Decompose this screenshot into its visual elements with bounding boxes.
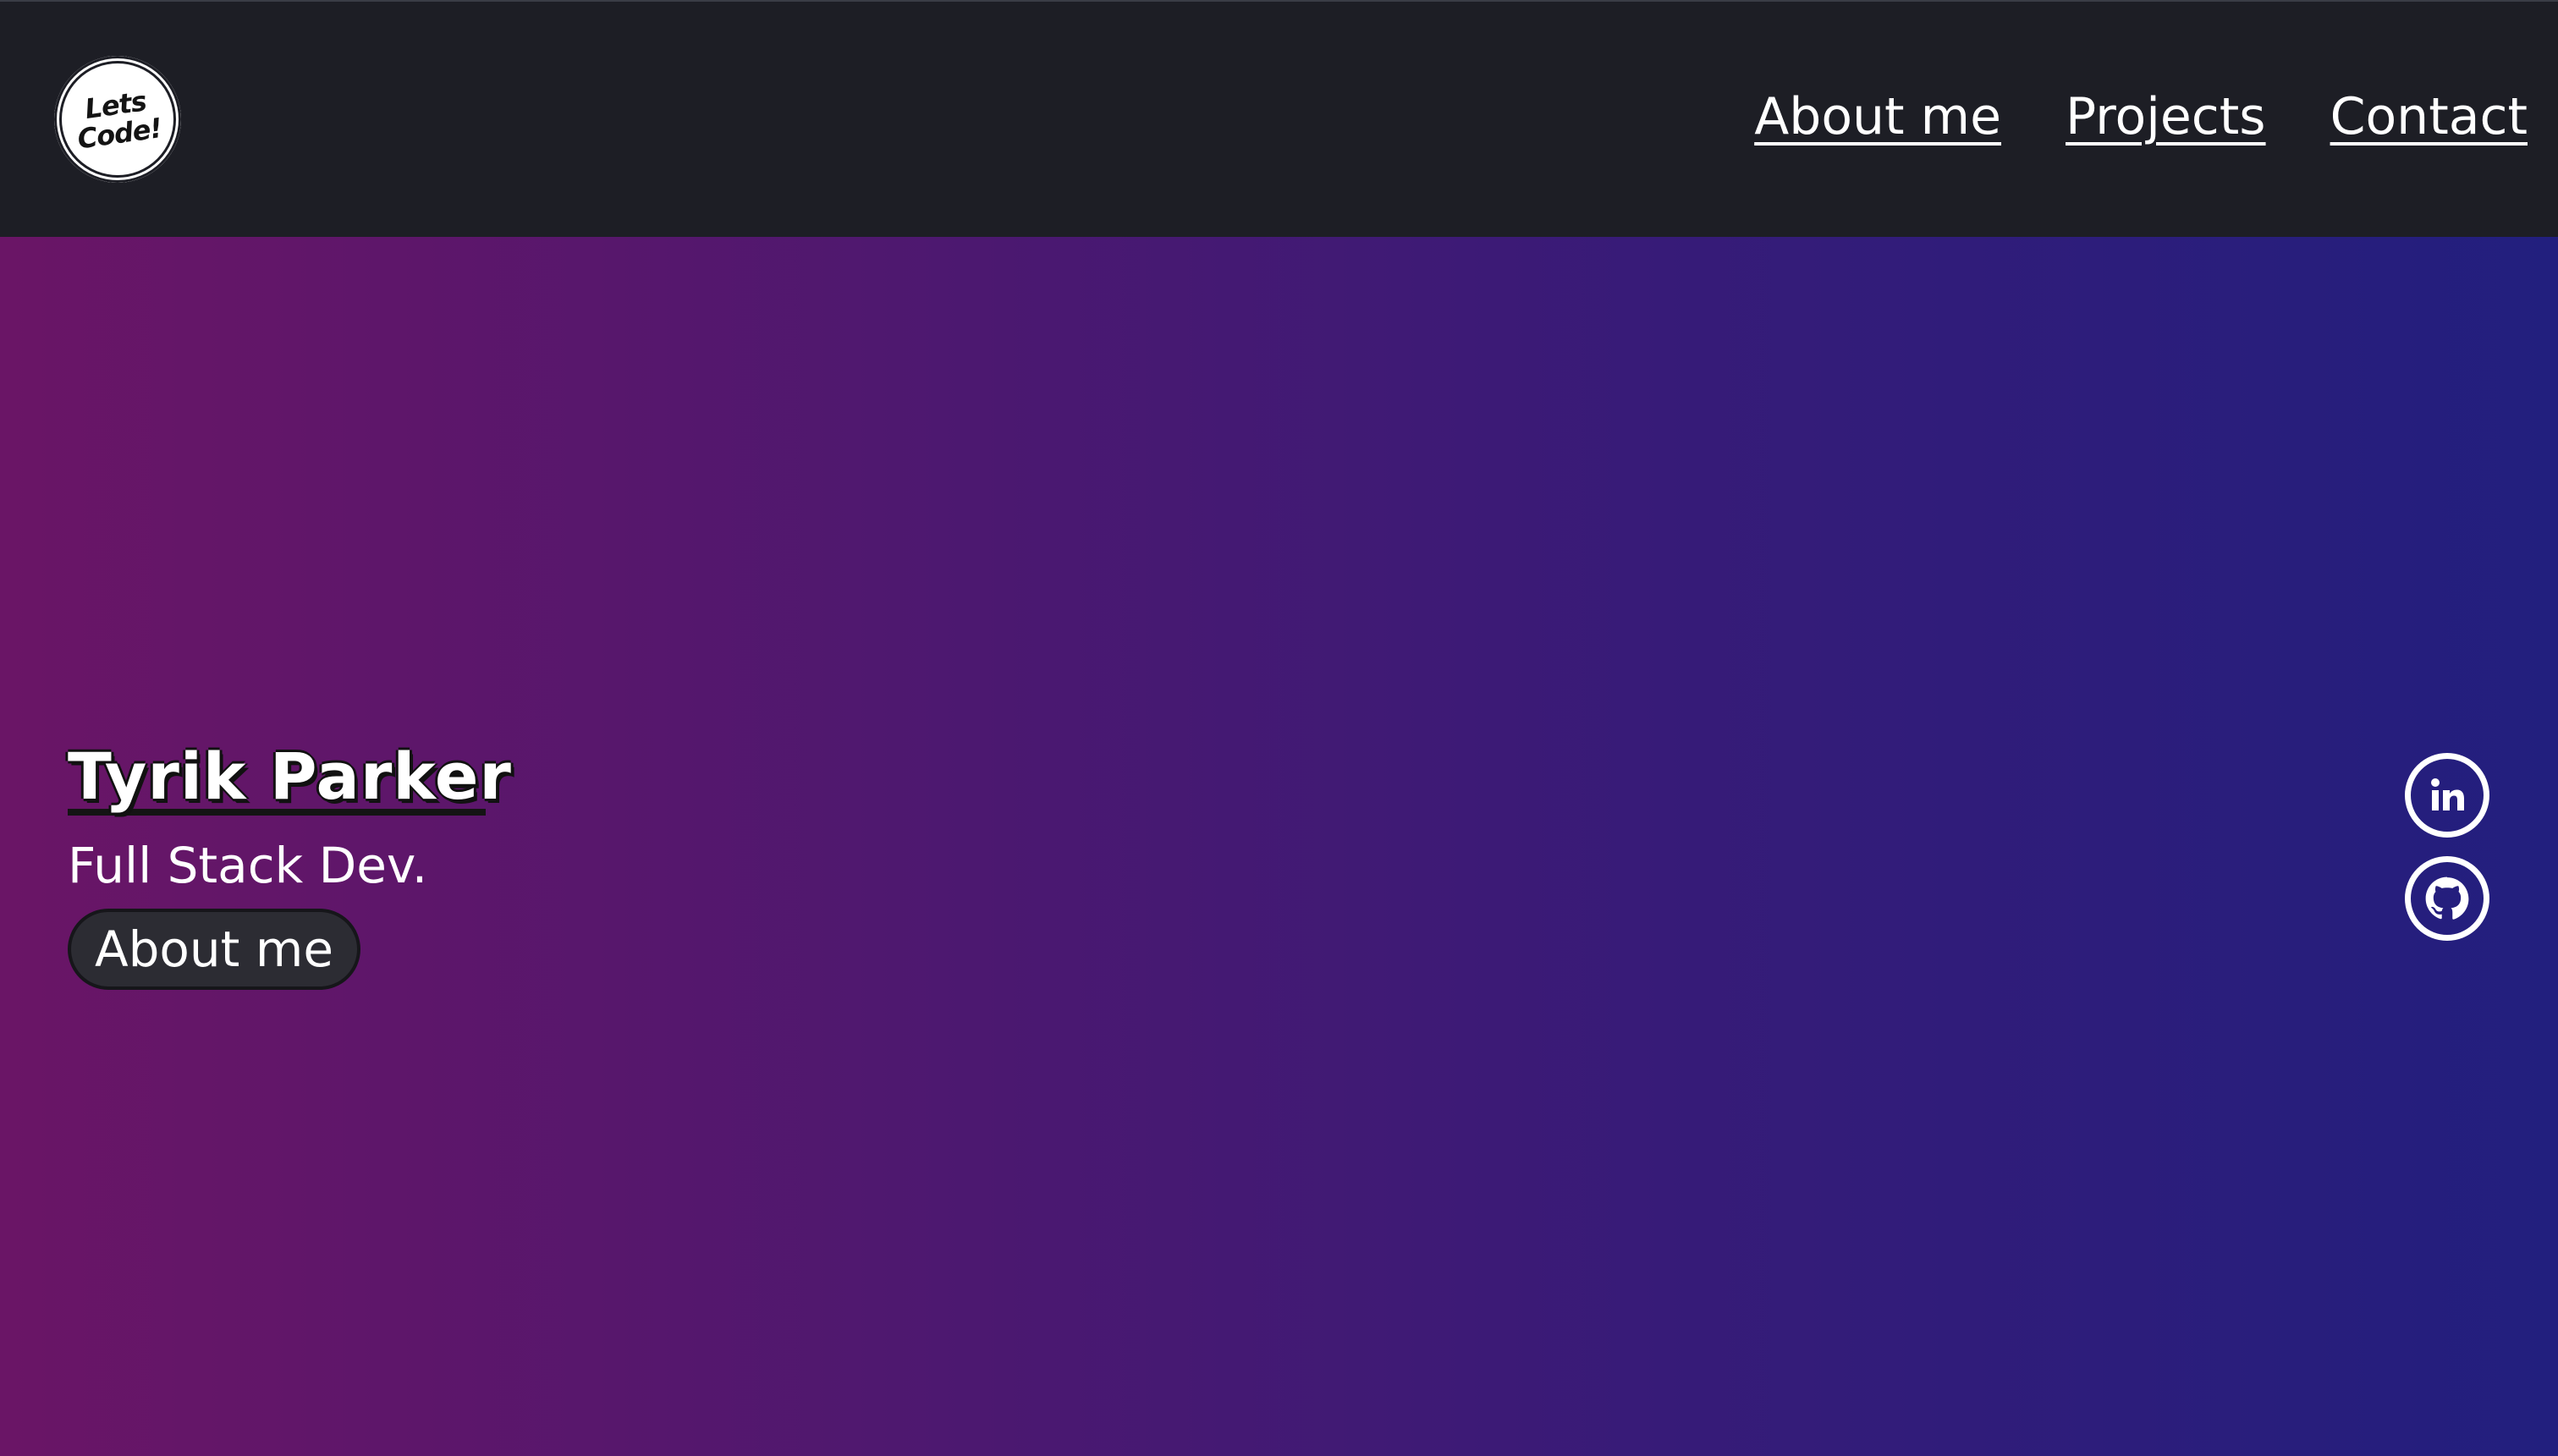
- about-me-button[interactable]: About me: [68, 909, 360, 990]
- hero-name: Tyrik Parker: [68, 739, 512, 814]
- logo[interactable]: Lets Code!: [54, 56, 181, 183]
- nav-link-projects[interactable]: Projects: [2066, 83, 2266, 151]
- social-links: [2405, 753, 2489, 941]
- hero: Tyrik Parker Full Stack Dev. About me: [68, 734, 512, 990]
- github-button[interactable]: [2405, 856, 2489, 941]
- navbar: Lets Code! About me Projects Contact: [0, 0, 2558, 237]
- linkedin-button[interactable]: [2405, 753, 2489, 838]
- hero-role: Full Stack Dev.: [68, 837, 428, 894]
- github-icon: [2425, 876, 2469, 920]
- nav-link-about-me[interactable]: About me: [1754, 83, 2001, 151]
- nav-links: About me Projects Contact: [1754, 83, 2528, 151]
- nav-link-contact[interactable]: Contact: [2330, 83, 2528, 151]
- page: Lets Code! About me Projects Contact Tyr…: [0, 0, 2558, 1456]
- logo-text: Lets Code!: [75, 85, 164, 156]
- linkedin-icon: [2431, 778, 2464, 810]
